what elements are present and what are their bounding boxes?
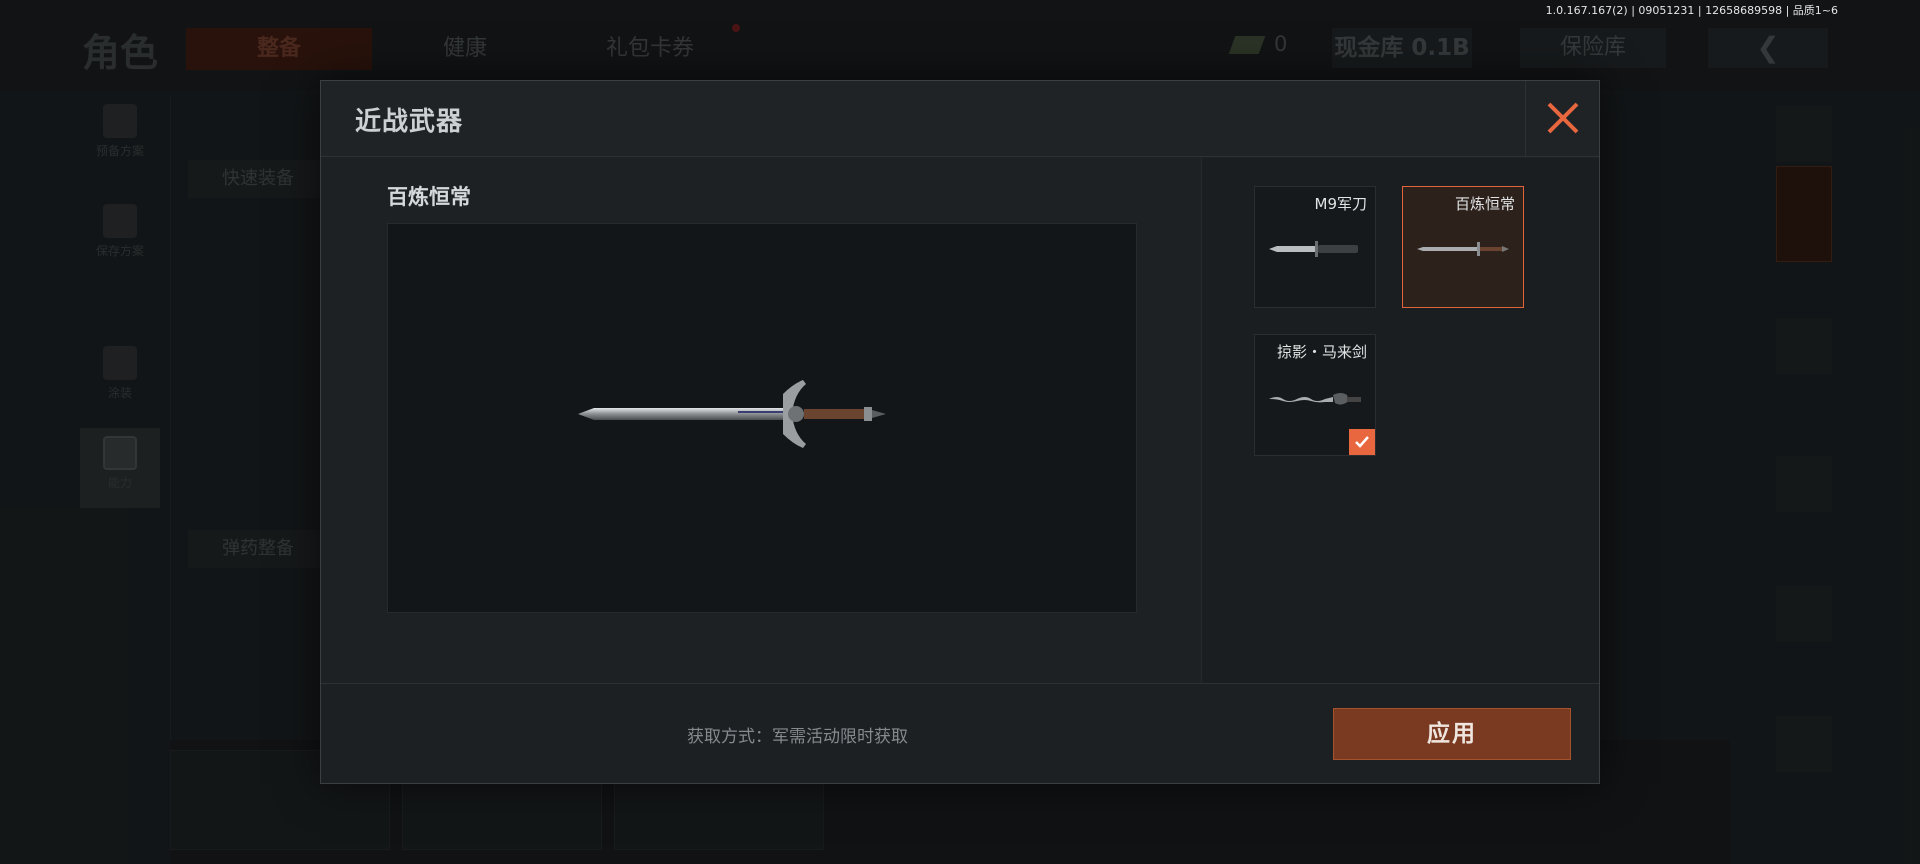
sword-preview-icon — [578, 380, 886, 448]
weapon-card-label: M9军刀 — [1314, 195, 1368, 213]
dialog-footer: 获取方式：军需活动限时获取 应用 — [321, 683, 1599, 783]
dialog-header: 近战武器 — [321, 81, 1599, 157]
melee-weapon-dialog: 近战武器 百炼恒常 M9军刀 百炼恒常 掠影・马来剑 获取方式：军需活动限时获取… — [320, 80, 1600, 784]
sword-icon — [1417, 242, 1509, 256]
preview-weapon-name: 百炼恒常 — [387, 185, 471, 209]
kris-icon — [1269, 393, 1361, 405]
weapon-preview — [387, 223, 1137, 613]
weapon-card-kris[interactable]: 掠影・马来剑 — [1254, 334, 1376, 456]
weapon-list: M9军刀 百炼恒常 掠影・马来剑 — [1201, 158, 1599, 684]
weapon-card-label: 掠影・马来剑 — [1276, 343, 1367, 361]
knife-icon — [1269, 241, 1358, 257]
weapon-card-m9[interactable]: M9军刀 — [1254, 186, 1376, 308]
version-info: 1.0.167.167(2) | 09051231 | 12658689598 … — [1545, 4, 1838, 17]
equipped-check-icon — [1349, 429, 1375, 455]
weapon-card-label: 百炼恒常 — [1454, 195, 1515, 213]
acquire-method-text: 获取方式：军需活动限时获取 — [687, 727, 908, 747]
dialog-title: 近战武器 — [355, 107, 464, 137]
weapon-card-bailian[interactable]: 百炼恒常 — [1402, 186, 1524, 308]
close-icon — [1547, 102, 1579, 134]
apply-button[interactable]: 应用 — [1333, 708, 1571, 760]
close-button[interactable] — [1525, 81, 1599, 157]
